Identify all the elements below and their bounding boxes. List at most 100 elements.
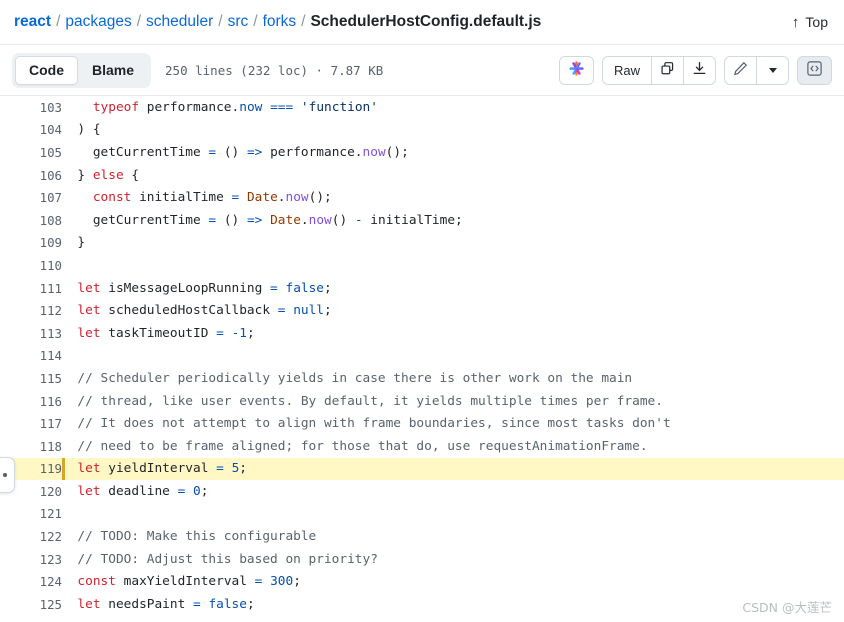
line-number[interactable]: 107 — [0, 186, 62, 209]
line-content: // thread, like user events. By default,… — [62, 390, 844, 413]
download-button[interactable] — [684, 55, 716, 85]
code-line-row: 115 // Scheduler periodically yields in … — [0, 367, 844, 390]
code-token: Date — [270, 212, 301, 228]
code-token: null — [293, 303, 325, 319]
breadcrumb-separator: / — [56, 14, 61, 30]
line-content: // TODO: Adjust this based on priority? — [62, 548, 844, 571]
code-blame-segmented-control: Code Blame — [12, 52, 152, 88]
code-token: now — [285, 190, 309, 206]
code-line-row: 109 } — [0, 232, 844, 255]
code-token: () — [216, 144, 247, 160]
file-meta-text: 250 lines (232 loc) · 7.87 KB — [165, 62, 384, 78]
breadcrumb-repo-link[interactable]: react — [14, 14, 51, 30]
breadcrumb-link-packages[interactable]: packages — [65, 14, 131, 30]
raw-button[interactable]: Raw — [601, 55, 652, 85]
line-content: } else { — [62, 164, 844, 187]
code-token: (); — [385, 144, 409, 160]
edit-button[interactable] — [724, 55, 757, 85]
line-number[interactable]: 113 — [0, 322, 62, 345]
code-line-row: 125 let needsPaint = false; — [0, 593, 844, 616]
line-overflow-menu-button[interactable] — [0, 457, 15, 493]
code-viewer[interactable]: 103 typeof performance.now === 'function… — [0, 96, 844, 622]
breadcrumb-link-forks[interactable]: forks — [263, 14, 297, 30]
code-brackets-icon — [806, 60, 823, 80]
breadcrumb-link-scheduler[interactable]: scheduler — [146, 14, 213, 30]
code-token: taskTimeoutID — [100, 325, 217, 341]
line-content: let taskTimeoutID = -1; — [62, 322, 844, 345]
code-token: ) { — [62, 122, 101, 138]
line-number[interactable]: 118 — [0, 435, 62, 458]
line-content: let deadline = 0; — [62, 480, 844, 503]
code-token: ; — [246, 325, 255, 341]
line-number[interactable]: 111 — [0, 277, 62, 300]
code-token: { — [123, 167, 140, 183]
code-line-row: 111 let isMessageLoopRunning = false; — [0, 277, 844, 300]
code-token: initialTime — [131, 190, 232, 206]
line-number[interactable]: 114 — [0, 345, 62, 368]
code-line-row: 116 // thread, like user events. By defa… — [0, 390, 844, 413]
breadcrumb: react / packages / scheduler / src / for… — [14, 14, 541, 30]
edit-dropdown-button[interactable] — [757, 55, 789, 85]
file-toolbar: Code Blame 250 lines (232 loc) · 7.87 KB — [0, 45, 844, 96]
code-token: = — [216, 325, 224, 341]
code-line-row: 122 // TODO: Make this configurable — [0, 525, 844, 548]
line-number[interactable]: 123 — [0, 548, 62, 571]
line-number[interactable]: 117 — [0, 412, 62, 435]
line-number[interactable]: 121 — [0, 503, 62, 526]
line-number[interactable]: 105 — [0, 141, 62, 164]
code-token: deadline — [100, 483, 178, 499]
copilot-button[interactable] — [558, 55, 594, 85]
copy-button[interactable] — [652, 55, 684, 85]
line-number[interactable]: 122 — [0, 525, 62, 548]
symbols-panel-button[interactable] — [797, 55, 832, 85]
copy-icon — [660, 61, 675, 79]
code-token: scheduledHostCallback — [100, 303, 278, 319]
code-token: ; — [324, 280, 332, 296]
code-token: . — [277, 190, 286, 206]
line-number[interactable]: 106 — [0, 164, 62, 187]
line-number[interactable]: 115 — [0, 367, 62, 390]
line-number[interactable]: 110 — [0, 254, 62, 277]
line-number[interactable]: 108 — [0, 209, 62, 232]
back-to-top-link[interactable]: ↑ Top — [792, 14, 830, 30]
tab-code[interactable]: Code — [15, 55, 78, 85]
back-to-top-label: Top — [805, 14, 828, 30]
tab-blame[interactable]: Blame — [78, 56, 148, 85]
code-token: = — [193, 596, 201, 612]
code-token: } — [62, 167, 93, 183]
code-token: isMessageLoopRunning — [100, 280, 271, 296]
code-line-row: 108 getCurrentTime = () => Date.now() - … — [0, 209, 844, 232]
code-line-row: 110 — [0, 254, 844, 277]
code-table: 103 typeof performance.now === 'function… — [0, 96, 844, 616]
code-token: () — [331, 212, 355, 228]
line-number[interactable]: 104 — [0, 119, 62, 142]
breadcrumb-separator: / — [253, 14, 258, 30]
line-number[interactable]: 116 — [0, 390, 62, 413]
breadcrumb-link-src[interactable]: src — [228, 14, 249, 30]
code-line-row: 119 let yieldInterval = 5; — [0, 457, 844, 481]
line-number[interactable]: 109 — [0, 232, 62, 255]
line-number[interactable]: 125 — [0, 593, 62, 616]
edit-group — [724, 55, 789, 85]
code-token: let — [77, 280, 101, 296]
line-number[interactable]: 124 — [0, 570, 62, 593]
code-token: . — [300, 212, 309, 228]
code-token: = — [216, 461, 224, 477]
code-token: let — [77, 325, 101, 341]
line-number[interactable]: 112 — [0, 299, 62, 322]
code-token: now — [362, 144, 386, 160]
line-number[interactable]: 103 — [0, 96, 62, 119]
